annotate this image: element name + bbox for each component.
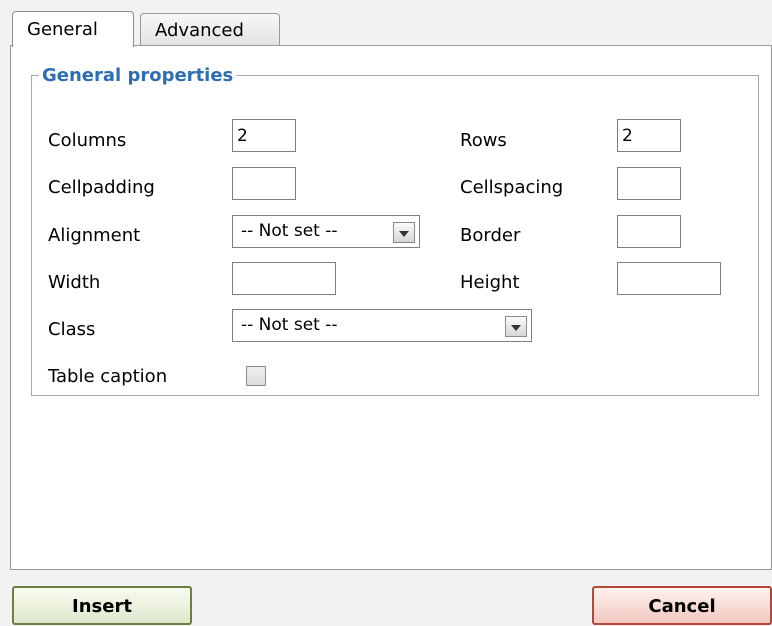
cellpadding-label: Cellpadding bbox=[48, 177, 155, 198]
table-properties-dialog: General Advanced General properties Colu… bbox=[0, 0, 772, 626]
tab-advanced[interactable]: Advanced bbox=[140, 13, 280, 46]
general-panel: General properties Columns Rows Cellpadd… bbox=[10, 45, 772, 570]
border-input[interactable] bbox=[617, 215, 681, 248]
alignment-select[interactable]: -- Not set -- bbox=[232, 215, 420, 248]
tab-advanced-label: Advanced bbox=[155, 20, 244, 41]
class-select[interactable]: -- Not set -- bbox=[232, 309, 532, 342]
height-label: Height bbox=[460, 272, 520, 293]
tab-general-label: General bbox=[27, 19, 98, 40]
columns-label: Columns bbox=[48, 130, 127, 151]
alignment-select-value: -- Not set -- bbox=[241, 221, 338, 241]
cellspacing-label: Cellspacing bbox=[460, 177, 564, 198]
cancel-button[interactable]: Cancel bbox=[592, 586, 772, 625]
alignment-label: Alignment bbox=[48, 225, 141, 246]
table-caption-checkbox[interactable] bbox=[246, 366, 266, 386]
general-properties-legend: General properties bbox=[42, 65, 234, 86]
general-properties-group: General properties Columns Rows Cellpadd… bbox=[31, 65, 759, 396]
width-input[interactable] bbox=[232, 262, 336, 295]
rows-label: Rows bbox=[460, 130, 507, 151]
class-select-value: -- Not set -- bbox=[241, 315, 338, 335]
height-input[interactable] bbox=[617, 262, 721, 295]
tab-bar: General Advanced bbox=[0, 0, 772, 47]
width-label: Width bbox=[48, 272, 101, 293]
columns-input[interactable] bbox=[232, 119, 296, 152]
table-caption-label: Table caption bbox=[48, 366, 168, 387]
cellspacing-input[interactable] bbox=[617, 167, 681, 200]
chevron-down-icon[interactable] bbox=[505, 316, 527, 337]
rows-input[interactable] bbox=[617, 119, 681, 152]
tab-general[interactable]: General bbox=[12, 11, 134, 47]
chevron-down-icon[interactable] bbox=[393, 222, 415, 243]
class-label: Class bbox=[48, 319, 96, 340]
cellpadding-input[interactable] bbox=[232, 167, 296, 200]
border-label: Border bbox=[460, 225, 521, 246]
insert-button[interactable]: Insert bbox=[12, 586, 192, 625]
